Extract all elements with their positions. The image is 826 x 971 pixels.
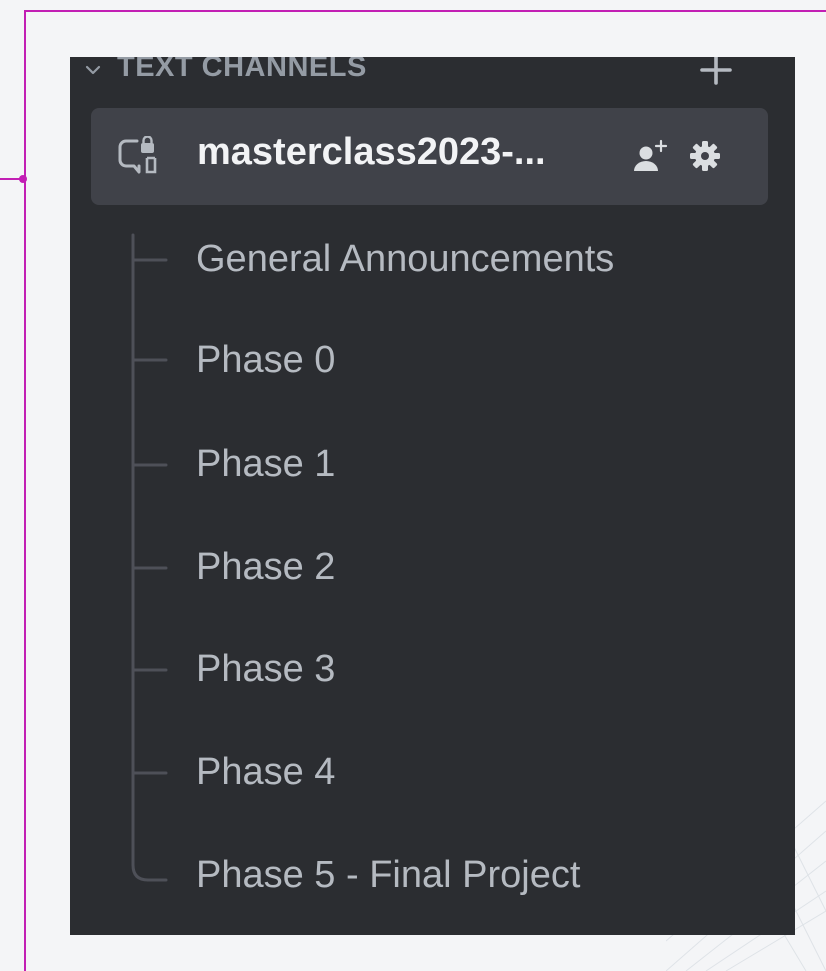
- thread-label[interactable]: Phase 5 - Final Project: [196, 845, 776, 905]
- thread-item[interactable]: Phase 1: [196, 434, 776, 494]
- thread-label[interactable]: General Announcements: [196, 229, 776, 289]
- thread-label[interactable]: Phase 0: [196, 330, 776, 390]
- channel-sidebar: TEXT CHANNELS masterclass2023-... Genera…: [70, 57, 795, 935]
- thread-item[interactable]: Phase 0: [196, 330, 776, 390]
- thread-tree-lines: [131, 233, 168, 882]
- thread-label[interactable]: Phase 4: [196, 742, 776, 802]
- frame-left-line: [24, 10, 26, 971]
- thread-item[interactable]: Phase 2: [196, 537, 776, 597]
- thread-item[interactable]: Phase 5 - Final Project: [196, 845, 776, 905]
- thread-label[interactable]: Phase 1: [196, 434, 776, 494]
- frame-anchor-dot: [19, 175, 27, 183]
- thread-label[interactable]: Phase 3: [196, 639, 776, 699]
- thread-item[interactable]: Phase 3: [196, 639, 776, 699]
- thread-label[interactable]: Phase 2: [196, 537, 776, 597]
- thread-item[interactable]: General Announcements: [196, 229, 776, 289]
- frame-top-line: [24, 10, 826, 12]
- thread-item[interactable]: Phase 4: [196, 742, 776, 802]
